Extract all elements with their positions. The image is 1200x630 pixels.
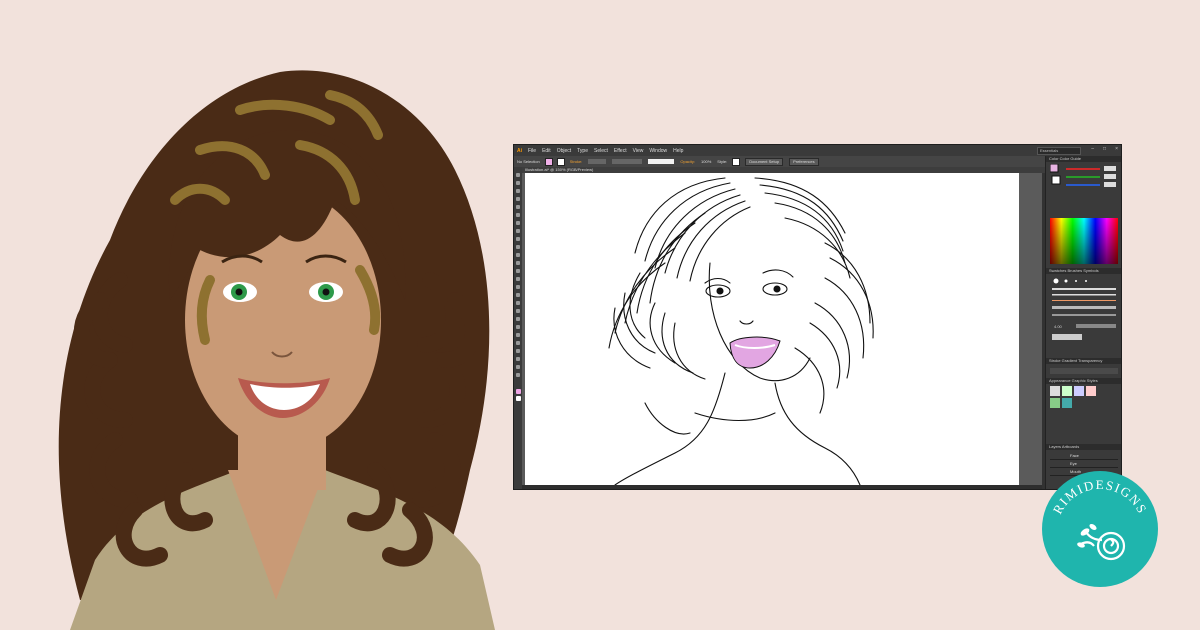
preferences-button[interactable]: Preferences: [789, 157, 819, 166]
layer-name: Face: [1070, 453, 1079, 458]
brand-badge: RIMIDESIGNS: [1042, 471, 1158, 587]
menu-file[interactable]: File: [528, 148, 536, 154]
brush-size-value: 4.00: [1054, 324, 1063, 329]
selection-status: No Selection: [517, 159, 540, 164]
direct-selection-tool-icon[interactable]: [516, 181, 520, 185]
menu-select[interactable]: Select: [594, 148, 608, 154]
shape-builder-tool-icon[interactable]: [516, 285, 520, 289]
line-tool-icon[interactable]: [516, 213, 520, 217]
stroke-panel-tabs[interactable]: Stroke Gradient Transparency: [1046, 358, 1121, 364]
color-spectrum[interactable]: [1050, 218, 1118, 264]
menu-effect[interactable]: Effect: [614, 148, 627, 154]
variable-width-profile[interactable]: [612, 159, 643, 164]
layer-row[interactable]: Eye: [1050, 460, 1118, 468]
color-panel-tab-label: Color Color Guide: [1049, 156, 1082, 161]
fill-color-icon[interactable]: [516, 389, 521, 394]
close-button[interactable]: ×: [1115, 146, 1118, 152]
rectangle-tool-icon[interactable]: [516, 221, 520, 225]
symbol-sprayer-tool-icon[interactable]: [516, 333, 520, 337]
color-sliders[interactable]: [1050, 164, 1118, 216]
menu-edit[interactable]: Edit: [542, 148, 551, 154]
menu-view[interactable]: View: [633, 148, 644, 154]
layers-panel-tabs[interactable]: Layers Artboards: [1046, 444, 1121, 450]
pen-tool-icon[interactable]: [516, 197, 520, 201]
layer-name: Eye: [1070, 461, 1077, 466]
width-tool-icon[interactable]: [516, 269, 520, 273]
illustrator-window: Ai File Edit Object Type Select Effect V…: [514, 145, 1121, 489]
avatar-illustration: [58, 70, 495, 630]
free-transform-tool-icon[interactable]: [516, 277, 520, 281]
style-swatch[interactable]: [732, 157, 741, 166]
tools-panel: [514, 167, 522, 489]
app-logo-icon: Ai: [517, 147, 522, 154]
zoom-tool-icon[interactable]: [516, 373, 520, 377]
stroke-swatch[interactable]: [556, 157, 565, 166]
menu-bar: Ai File Edit Object Type Select Effect V…: [514, 145, 1121, 156]
artboard-tool-icon[interactable]: [516, 349, 520, 353]
window-controls: – □ ×: [1085, 146, 1118, 152]
color-panel-tabs[interactable]: Color Color Guide: [1046, 156, 1121, 162]
workspace-switcher[interactable]: Essentials: [1037, 147, 1081, 155]
control-bar: No Selection Stroke: Opacity: 100% Style…: [514, 156, 1121, 167]
blend-tool-icon[interactable]: [516, 325, 520, 329]
brush-definition[interactable]: [648, 159, 675, 164]
document-setup-button[interactable]: Document Setup: [745, 157, 784, 166]
gradient-tool-icon[interactable]: [516, 309, 520, 313]
appearance-panel-tabs[interactable]: Appearance Graphic Styles: [1046, 378, 1121, 384]
stroke-panel-tab-label: Stroke Gradient Transparency: [1049, 358, 1103, 363]
column-graph-tool-icon[interactable]: [516, 341, 520, 345]
graphic-style-swatches[interactable]: [1050, 386, 1118, 412]
perspective-grid-tool-icon[interactable]: [516, 293, 520, 297]
menu-object[interactable]: Object: [557, 148, 571, 154]
appearance-panel-tab-label: Appearance Graphic Styles: [1049, 378, 1098, 383]
panel-dock: Color Color Guide Swatches Brushes Symbo…: [1045, 156, 1121, 489]
layer-row[interactable]: Face: [1050, 452, 1118, 460]
hand-tool-icon[interactable]: [516, 365, 520, 369]
mesh-tool-icon[interactable]: [516, 301, 520, 305]
pencil-tool-icon[interactable]: [516, 237, 520, 241]
brush-strokes[interactable]: 4.00: [1050, 276, 1118, 354]
magic-wand-tool-icon[interactable]: [516, 189, 520, 193]
scale-tool-icon[interactable]: [516, 261, 520, 265]
layers-panel-tab-label: Layers Artboards: [1049, 444, 1080, 449]
type-tool-icon[interactable]: [516, 205, 520, 209]
eraser-tool-icon[interactable]: [516, 245, 520, 249]
canvas-area[interactable]: [522, 173, 1042, 485]
rotate-tool-icon[interactable]: [516, 253, 520, 257]
maximize-button[interactable]: □: [1103, 146, 1106, 152]
artboard[interactable]: [525, 173, 1019, 485]
brushes-panel-tabs[interactable]: Swatches Brushes Symbols: [1046, 268, 1121, 274]
paintbrush-tool-icon[interactable]: [516, 229, 520, 233]
slice-tool-icon[interactable]: [516, 357, 520, 361]
selection-tool-icon[interactable]: [516, 173, 520, 177]
brushes-panel-tab-label: Swatches Brushes Symbols: [1049, 268, 1099, 273]
status-bar: [522, 485, 1042, 489]
style-label: Style:: [717, 159, 728, 164]
stroke-label: Stroke:: [569, 159, 583, 164]
stroke-color-icon[interactable]: [516, 396, 521, 401]
eyedropper-tool-icon[interactable]: [516, 317, 520, 321]
menu-type[interactable]: Type: [577, 148, 588, 154]
opacity-label: Opacity:: [680, 159, 696, 164]
stroke-weight-field[interactable]: [588, 159, 607, 164]
menu-help[interactable]: Help: [673, 148, 683, 154]
stroke-weight-row[interactable]: [1050, 368, 1118, 374]
minimize-button[interactable]: –: [1091, 146, 1094, 152]
menu-window[interactable]: Window: [649, 148, 667, 154]
fill-swatch[interactable]: [544, 157, 553, 166]
opacity-value[interactable]: 100%: [701, 159, 711, 164]
